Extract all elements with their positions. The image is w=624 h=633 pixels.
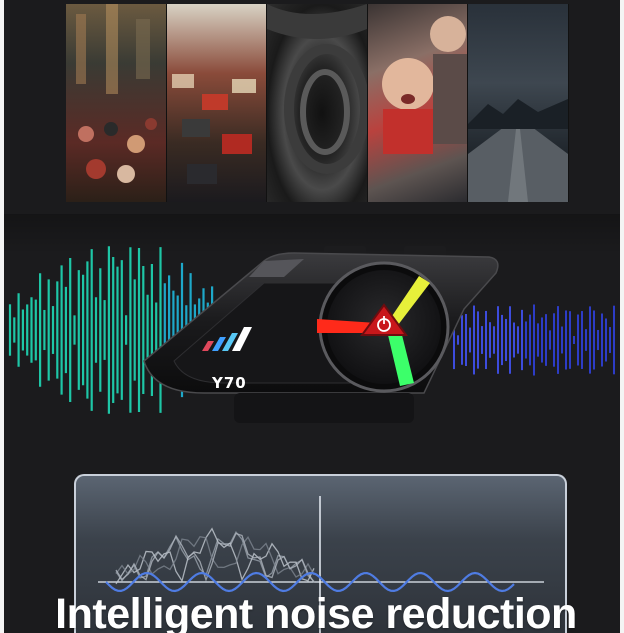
scene-strip — [66, 4, 569, 202]
noise-line — [115, 532, 315, 583]
intercom-device: Y70 — [143, 246, 499, 423]
noisy-signal-lines — [115, 527, 315, 585]
model-label: Y70 — [211, 374, 247, 392]
scene-storm-road — [468, 4, 569, 202]
scene-crying-child — [367, 4, 469, 202]
scene-crowd — [66, 4, 167, 202]
product-banner: Y70 Intelligent noise reduction — [4, 0, 620, 633]
scene-helmet-ear — [267, 4, 368, 202]
scene-traffic — [166, 4, 268, 202]
caption-text: Intelligent noise reduction — [55, 590, 577, 633]
